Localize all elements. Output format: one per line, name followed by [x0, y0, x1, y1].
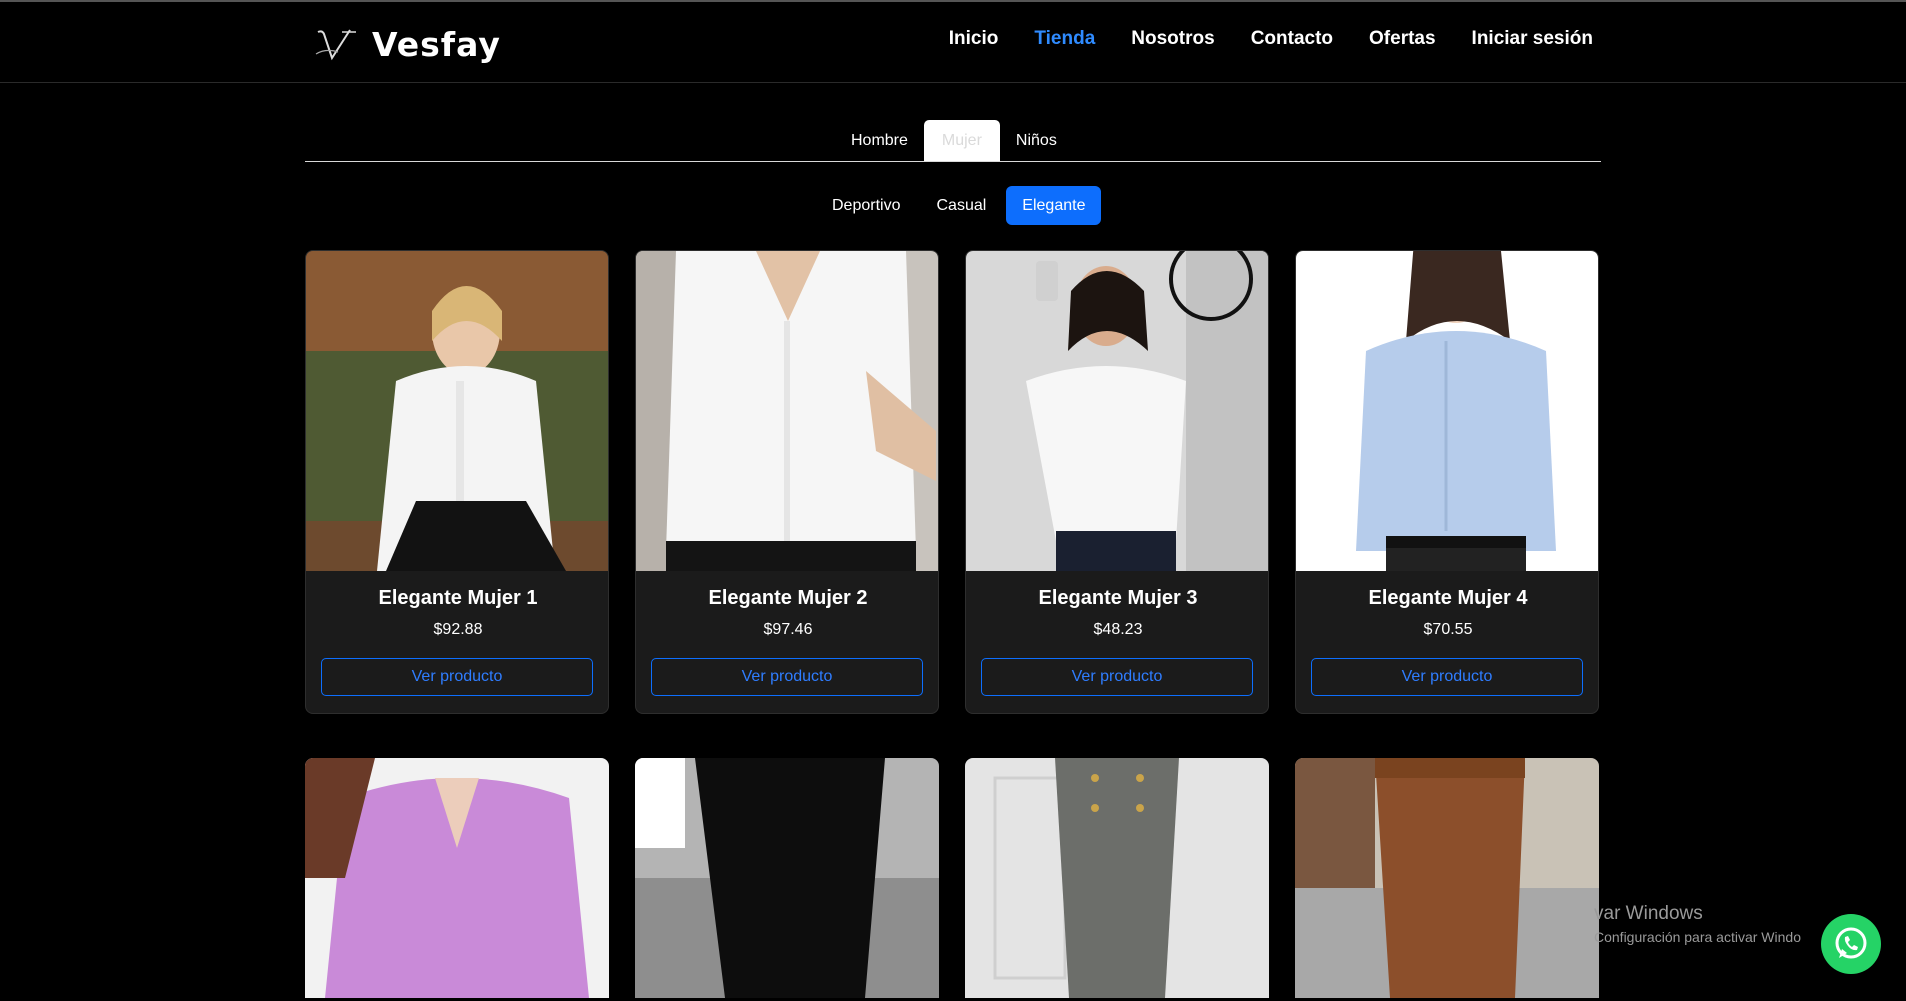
watermark-line2: Configuración para activar Windo — [1594, 929, 1801, 945]
tab-ninos[interactable]: Niños — [1000, 120, 1073, 161]
style-filter: Deportivo Casual Elegante — [816, 186, 1102, 225]
nav-contacto[interactable]: Contacto — [1251, 28, 1333, 50]
brand-logo[interactable]: Vesfay — [312, 22, 501, 66]
whatsapp-icon — [1835, 927, 1867, 959]
nav-ofertas[interactable]: Ofertas — [1369, 28, 1436, 50]
pill-casual[interactable]: Casual — [920, 186, 1002, 225]
product-card: Elegante Mujer 2 $97.46 Ver producto — [635, 250, 939, 714]
product-image[interactable] — [305, 758, 609, 998]
site-header: Vesfay Inicio Tienda Nosotros Contacto O… — [0, 2, 1906, 83]
product-image[interactable] — [636, 251, 938, 571]
product-image[interactable] — [306, 251, 608, 571]
view-product-button[interactable]: Ver producto — [1311, 658, 1583, 696]
pill-elegante[interactable]: Elegante — [1006, 186, 1102, 225]
product-card: Elegante Mujer 4 $70.55 Ver producto — [1295, 250, 1599, 714]
view-product-button[interactable]: Ver producto — [651, 658, 923, 696]
nav-nosotros[interactable]: Nosotros — [1131, 28, 1214, 50]
product-image[interactable] — [635, 758, 939, 998]
tab-mujer[interactable]: Mujer — [923, 120, 1000, 161]
product-card: Elegante Mujer 3 $48.23 Ver producto — [965, 250, 1269, 714]
view-product-button[interactable]: Ver producto — [981, 658, 1253, 696]
product-image[interactable] — [965, 758, 1269, 998]
watermark-line1: var Windows — [1594, 903, 1703, 924]
nav-iniciar-sesion[interactable]: Iniciar sesión — [1472, 28, 1593, 50]
brand-mark-icon — [315, 29, 356, 61]
product-image[interactable] — [1296, 251, 1598, 571]
main-nav: Inicio Tienda Nosotros Contacto Ofertas … — [949, 28, 1593, 50]
product-title: Elegante Mujer 3 — [1038, 587, 1198, 609]
nav-inicio[interactable]: Inicio — [949, 28, 999, 50]
product-card: Elegante Mujer 1 $92.88 Ver producto — [305, 250, 609, 714]
product-image[interactable] — [1295, 758, 1599, 998]
brand-name: Vesfay — [372, 24, 501, 64]
product-price: $70.55 — [1423, 621, 1473, 638]
nav-tienda[interactable]: Tienda — [1034, 28, 1095, 50]
gender-tabs: Hombre Mujer Niños — [305, 120, 1601, 162]
product-price: $48.23 — [1093, 621, 1143, 638]
product-price: $97.46 — [763, 621, 813, 638]
product-price: $92.88 — [433, 621, 483, 638]
product-title: Elegante Mujer 1 — [378, 587, 538, 609]
view-product-button[interactable]: Ver producto — [321, 658, 593, 696]
whatsapp-button[interactable] — [1821, 914, 1881, 974]
product-title: Elegante Mujer 2 — [708, 587, 868, 609]
tab-hombre[interactable]: Hombre — [835, 120, 924, 161]
windows-activation-watermark: var Windows Configuración para activar W… — [1594, 903, 1801, 945]
pill-deportivo[interactable]: Deportivo — [816, 186, 916, 225]
product-image[interactable] — [966, 251, 1268, 571]
product-title: Elegante Mujer 4 — [1368, 587, 1528, 609]
